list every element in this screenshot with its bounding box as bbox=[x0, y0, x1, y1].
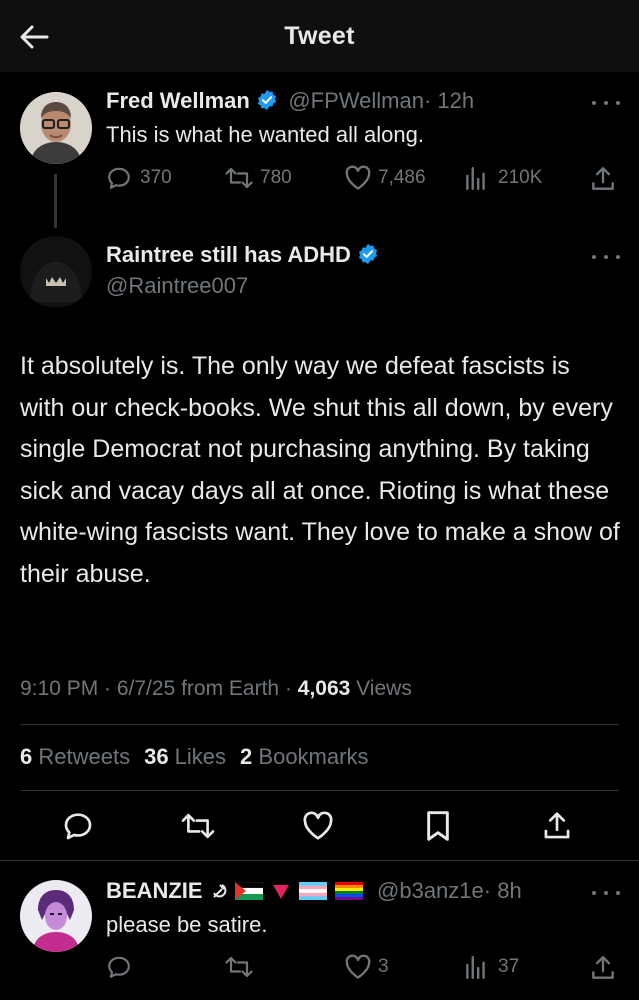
reply-button[interactable]: 370 bbox=[106, 165, 172, 191]
avatar-fred-wellman[interactable] bbox=[20, 92, 92, 164]
engagement-stats: 6 Retweets 36 Likes 2 Bookmarks bbox=[20, 744, 368, 770]
page-title: Tweet bbox=[284, 21, 355, 50]
retweet-count: 780 bbox=[260, 167, 292, 188]
bookmarks-stat[interactable]: 2 Bookmarks bbox=[240, 744, 368, 769]
tweet-time: · 8h bbox=[483, 878, 522, 903]
like-button[interactable]: 3 bbox=[344, 954, 389, 980]
tweet1-text: This is what he wanted all along. bbox=[106, 122, 424, 147]
share-icon bbox=[592, 956, 614, 979]
heart-icon bbox=[303, 811, 333, 840]
bookmark-icon bbox=[427, 811, 449, 841]
retweet-button[interactable]: 780 bbox=[224, 165, 292, 191]
views-count: 4,063 bbox=[297, 677, 351, 700]
avatar-beanzie[interactable] bbox=[20, 880, 92, 952]
like-button[interactable] bbox=[298, 806, 338, 846]
reply-icon bbox=[64, 813, 92, 840]
reply-button[interactable] bbox=[58, 806, 98, 846]
hammer-sickle-icon bbox=[211, 882, 227, 905]
author-handle[interactable]: @Raintree007 bbox=[106, 273, 248, 299]
tweet-detail-screen: Tweet Fred Wellman @FPWellman· 12h This … bbox=[0, 0, 639, 1000]
verified-badge-icon bbox=[256, 89, 278, 116]
retweets-stat[interactable]: 6 Retweets bbox=[20, 744, 130, 769]
heart-icon bbox=[345, 954, 371, 979]
tweet2-text: It absolutely is. The only way we defeat… bbox=[20, 352, 620, 588]
views-button[interactable]: 37 bbox=[464, 954, 519, 980]
likes-stat[interactable]: 36 Likes bbox=[144, 744, 226, 769]
palestine-flag-icon bbox=[234, 881, 263, 905]
retweet-button[interactable] bbox=[224, 954, 254, 980]
retweet-icon bbox=[225, 167, 253, 189]
author-name[interactable]: BEANZIE bbox=[106, 878, 203, 903]
like-count: 3 bbox=[378, 956, 389, 977]
author-handle[interactable]: @b3anz1e bbox=[377, 878, 484, 903]
more-options-icon[interactable] bbox=[592, 251, 620, 263]
author-name[interactable]: Raintree still has ADHD bbox=[106, 242, 351, 267]
more-options-icon[interactable] bbox=[592, 97, 620, 109]
rainbow-flag-icon bbox=[334, 882, 363, 905]
tweet2-header: Raintree still has ADHD bbox=[106, 242, 379, 270]
tweet-meta: 9:10 PM · 6/7/25 from Earth · 4,063 View… bbox=[20, 677, 412, 701]
reply-count: 370 bbox=[140, 167, 172, 188]
reply-icon bbox=[108, 167, 130, 189]
analytics-icon bbox=[466, 167, 485, 191]
name-emoji-group bbox=[211, 881, 363, 905]
tweet3-text: please be satire. bbox=[106, 912, 268, 937]
views-label: Views bbox=[350, 677, 412, 700]
transgender-flag-icon bbox=[298, 882, 327, 905]
red-triangle-icon bbox=[271, 882, 291, 905]
thread-connector bbox=[54, 174, 57, 228]
retweet-button[interactable] bbox=[178, 806, 218, 846]
view-count: 37 bbox=[498, 956, 520, 977]
analytics-icon bbox=[466, 956, 485, 980]
retweet-icon bbox=[181, 813, 215, 839]
retweet-icon bbox=[225, 956, 253, 978]
verified-badge-icon bbox=[357, 243, 379, 270]
view-count: 210K bbox=[498, 167, 543, 188]
share-icon bbox=[544, 812, 570, 839]
tweet2-actions bbox=[0, 806, 639, 846]
more-options-icon[interactable] bbox=[592, 887, 620, 899]
tweet1-header: Fred Wellman @FPWellman· 12h bbox=[106, 88, 474, 116]
divider bbox=[0, 860, 639, 861]
like-button[interactable]: 7,486 bbox=[344, 165, 426, 191]
divider bbox=[20, 724, 619, 725]
back-arrow-icon[interactable] bbox=[18, 22, 50, 52]
share-button[interactable] bbox=[537, 806, 577, 846]
like-count: 7,486 bbox=[378, 167, 426, 188]
timestamp: 9:10 PM · 6/7/25 from Earth · bbox=[20, 677, 298, 700]
divider bbox=[20, 790, 619, 791]
share-button[interactable] bbox=[590, 165, 616, 193]
reply-icon bbox=[108, 956, 130, 978]
reply-button[interactable] bbox=[106, 954, 132, 980]
tweet3-header: BEANZIE @b3anz1e· 8h bbox=[106, 878, 522, 905]
top-bar: Tweet bbox=[0, 0, 639, 72]
bookmark-button[interactable] bbox=[418, 806, 458, 846]
share-icon bbox=[592, 167, 614, 190]
author-name[interactable]: Fred Wellman bbox=[106, 88, 250, 113]
tweet-time: · 12h bbox=[423, 88, 475, 113]
avatar-raintree[interactable] bbox=[20, 236, 92, 308]
share-button[interactable] bbox=[590, 954, 616, 982]
author-handle[interactable]: @FPWellman bbox=[288, 88, 424, 113]
views-button[interactable]: 210K bbox=[464, 165, 542, 191]
heart-icon bbox=[345, 165, 371, 190]
